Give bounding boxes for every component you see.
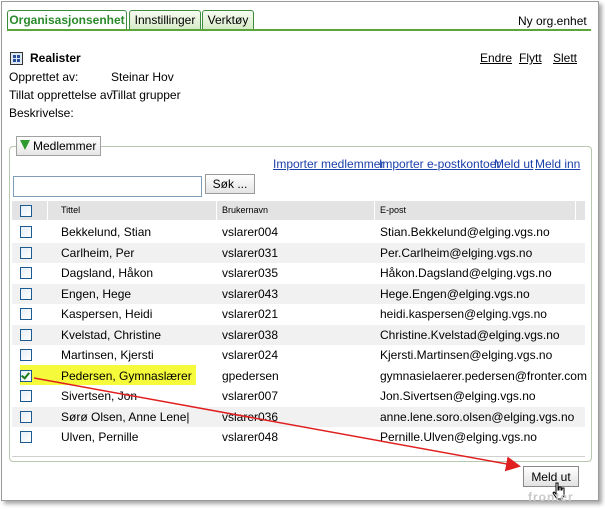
red-arrow bbox=[33, 377, 521, 472]
fronter-watermark: fronter bbox=[528, 490, 574, 504]
annotation-arrow bbox=[33, 377, 521, 472]
leave-button[interactable]: Meld ut bbox=[523, 466, 579, 487]
